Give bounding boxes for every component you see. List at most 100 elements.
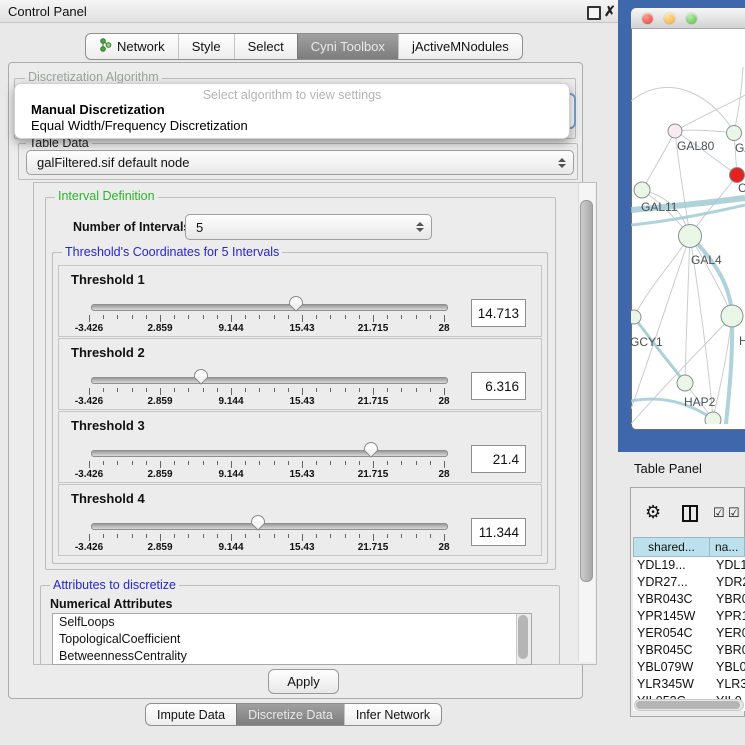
table-row[interactable]: YPR145WYPR1 <box>633 608 745 625</box>
slider-tick <box>117 388 118 392</box>
node-label: H <box>739 334 745 348</box>
node-label: HAP2 <box>684 395 716 409</box>
table-row[interactable]: YDL19...YDL1 <box>633 557 745 574</box>
network-edge[interactable] <box>634 236 690 317</box>
float-panel-icon[interactable] <box>587 6 601 20</box>
table-row[interactable]: YLR345WYLR3 <box>633 676 745 693</box>
slider-thumb[interactable] <box>193 368 209 385</box>
network-edge[interactable] <box>675 130 734 133</box>
tab-network[interactable]: Network <box>86 34 178 59</box>
algorithm-option[interactable]: Equal Width/Frequency Discretization <box>18 118 561 134</box>
threshold-value-input[interactable]: 21.4 <box>471 445 526 473</box>
table-row[interactable]: YBR043CYBR0 <box>633 591 745 608</box>
network-edge[interactable] <box>642 131 675 190</box>
slider-tick <box>316 315 317 319</box>
slider-tick <box>203 388 204 392</box>
slider-tick <box>103 388 104 392</box>
network-node[interactable] <box>677 375 693 391</box>
slider-tick <box>330 315 331 319</box>
apply-button[interactable]: Apply <box>268 669 339 694</box>
threshold-coords-label: Threshold's Coordinates for 5 Intervals <box>62 246 282 259</box>
network-node[interactable] <box>679 225 702 248</box>
checkbox-icon[interactable]: ☑ <box>713 505 725 521</box>
slider-tick <box>274 315 275 319</box>
numerical-attributes-list[interactable]: SelfLoopsTopologicalCoefficientBetweenne… <box>52 613 532 665</box>
slider-tick <box>330 388 331 392</box>
network-node[interactable] <box>705 412 721 424</box>
cyni-bottom-tab-bar: Impute DataDiscretize DataInfer Network <box>145 703 442 726</box>
tab-label: Network <box>117 39 165 54</box>
slider-tick-label: 15.43 <box>289 396 314 407</box>
slider-tick-label: 9.144 <box>218 323 243 334</box>
table-row[interactable]: YDR27...YDR2 <box>633 574 745 591</box>
bottom-tab-discretize-data[interactable]: Discretize Data <box>236 704 344 725</box>
network-node[interactable] <box>721 305 743 327</box>
threshold-value-input[interactable]: 6.316 <box>471 372 526 400</box>
attributes-group-label: Attributes to discretize <box>50 579 179 592</box>
network-canvas[interactable]: GAL80GALCGAL11GAL4GCY1HHAP2 <box>631 29 745 424</box>
list-scrollbar-thumb[interactable] <box>518 615 528 659</box>
num-intervals-spinner[interactable]: 5 <box>185 214 432 240</box>
slider-tick <box>231 315 232 322</box>
algorithm-popup: Select algorithm to view settings Manual… <box>14 83 570 139</box>
network-icon <box>99 38 112 52</box>
attribute-list-item[interactable]: SelfLoops <box>53 614 531 631</box>
node-label: C <box>738 181 745 195</box>
table-data-combo-value: galFiltered.sif default node <box>27 155 557 170</box>
bottom-tab-impute-data[interactable]: Impute Data <box>146 704 236 725</box>
tab-style[interactable]: Style <box>178 34 234 59</box>
threshold-row: Threshold 2-3.4262.8599.14415.4321.71528… <box>58 338 542 410</box>
column-layout-icon[interactable] <box>682 505 698 522</box>
network-edge[interactable] <box>631 87 734 133</box>
slider-thumb[interactable] <box>288 295 304 312</box>
slider-tick <box>302 388 303 395</box>
threshold-value-input[interactable]: 11.344 <box>471 518 526 546</box>
slider-tick <box>89 315 90 322</box>
slider-tick <box>387 388 388 392</box>
slider-tick <box>416 534 417 538</box>
table-row[interactable]: YBR045CYBR0 <box>633 642 745 659</box>
slider-tick-label: 21.715 <box>358 396 389 407</box>
attribute-list-item[interactable]: BetweennessCentrality <box>53 648 531 665</box>
checkbox-icon[interactable]: ☑ <box>728 505 740 521</box>
vertical-scrollbar-thumb[interactable] <box>580 200 593 582</box>
tab-select[interactable]: Select <box>234 34 297 59</box>
slider-tick <box>160 461 161 468</box>
network-node[interactable] <box>727 126 742 141</box>
cell-name: YBL0 <box>710 659 745 676</box>
algorithm-option[interactable]: Manual Discretization <box>18 102 561 118</box>
column-header-name[interactable]: na... <box>710 537 745 557</box>
column-header-shared-name[interactable]: shared... <box>633 537 710 557</box>
horizontal-scrollbar-thumb[interactable] <box>636 701 740 709</box>
cell-name: YLR3 <box>710 676 745 693</box>
network-node[interactable] <box>634 182 650 198</box>
network-node[interactable] <box>668 124 682 138</box>
slider-thumb[interactable] <box>250 514 266 531</box>
tab-jactivemnodules[interactable]: jActiveMNodules <box>398 34 522 59</box>
minimize-traffic-light-icon[interactable] <box>664 13 675 24</box>
cell-name: YBR0 <box>710 591 745 608</box>
slider-tick <box>132 388 133 392</box>
cell-shared-name: YBL079W <box>633 659 710 676</box>
slider-tick <box>430 315 431 319</box>
close-icon[interactable]: ✗ <box>604 3 616 20</box>
slider-tick <box>146 315 147 319</box>
threshold-value-input[interactable]: 14.713 <box>471 299 526 327</box>
table-row[interactable]: YER054CYER0 <box>633 625 745 642</box>
close-traffic-light-icon[interactable] <box>642 13 653 24</box>
slider-tick <box>359 461 360 465</box>
slider-tick <box>259 461 260 465</box>
cell-shared-name: YBR043C <box>633 591 710 608</box>
network-node[interactable] <box>631 310 641 324</box>
tab-cyni-toolbox[interactable]: Cyni Toolbox <box>297 34 398 59</box>
slider-tick <box>274 388 275 392</box>
table-data-combobox[interactable]: galFiltered.sif default node <box>26 150 574 175</box>
slider-tick-label: 28 <box>438 396 449 407</box>
slider-thumb[interactable] <box>363 441 379 458</box>
zoom-traffic-light-icon[interactable] <box>686 13 697 24</box>
gear-icon[interactable]: ⚙ <box>645 502 661 523</box>
attribute-list-item[interactable]: TopologicalCoefficient <box>53 631 531 648</box>
table-row[interactable]: YBL079WYBL0 <box>633 659 745 676</box>
bottom-tab-infer-network[interactable]: Infer Network <box>344 704 441 725</box>
slider-tick-label: 2.859 <box>147 542 172 553</box>
